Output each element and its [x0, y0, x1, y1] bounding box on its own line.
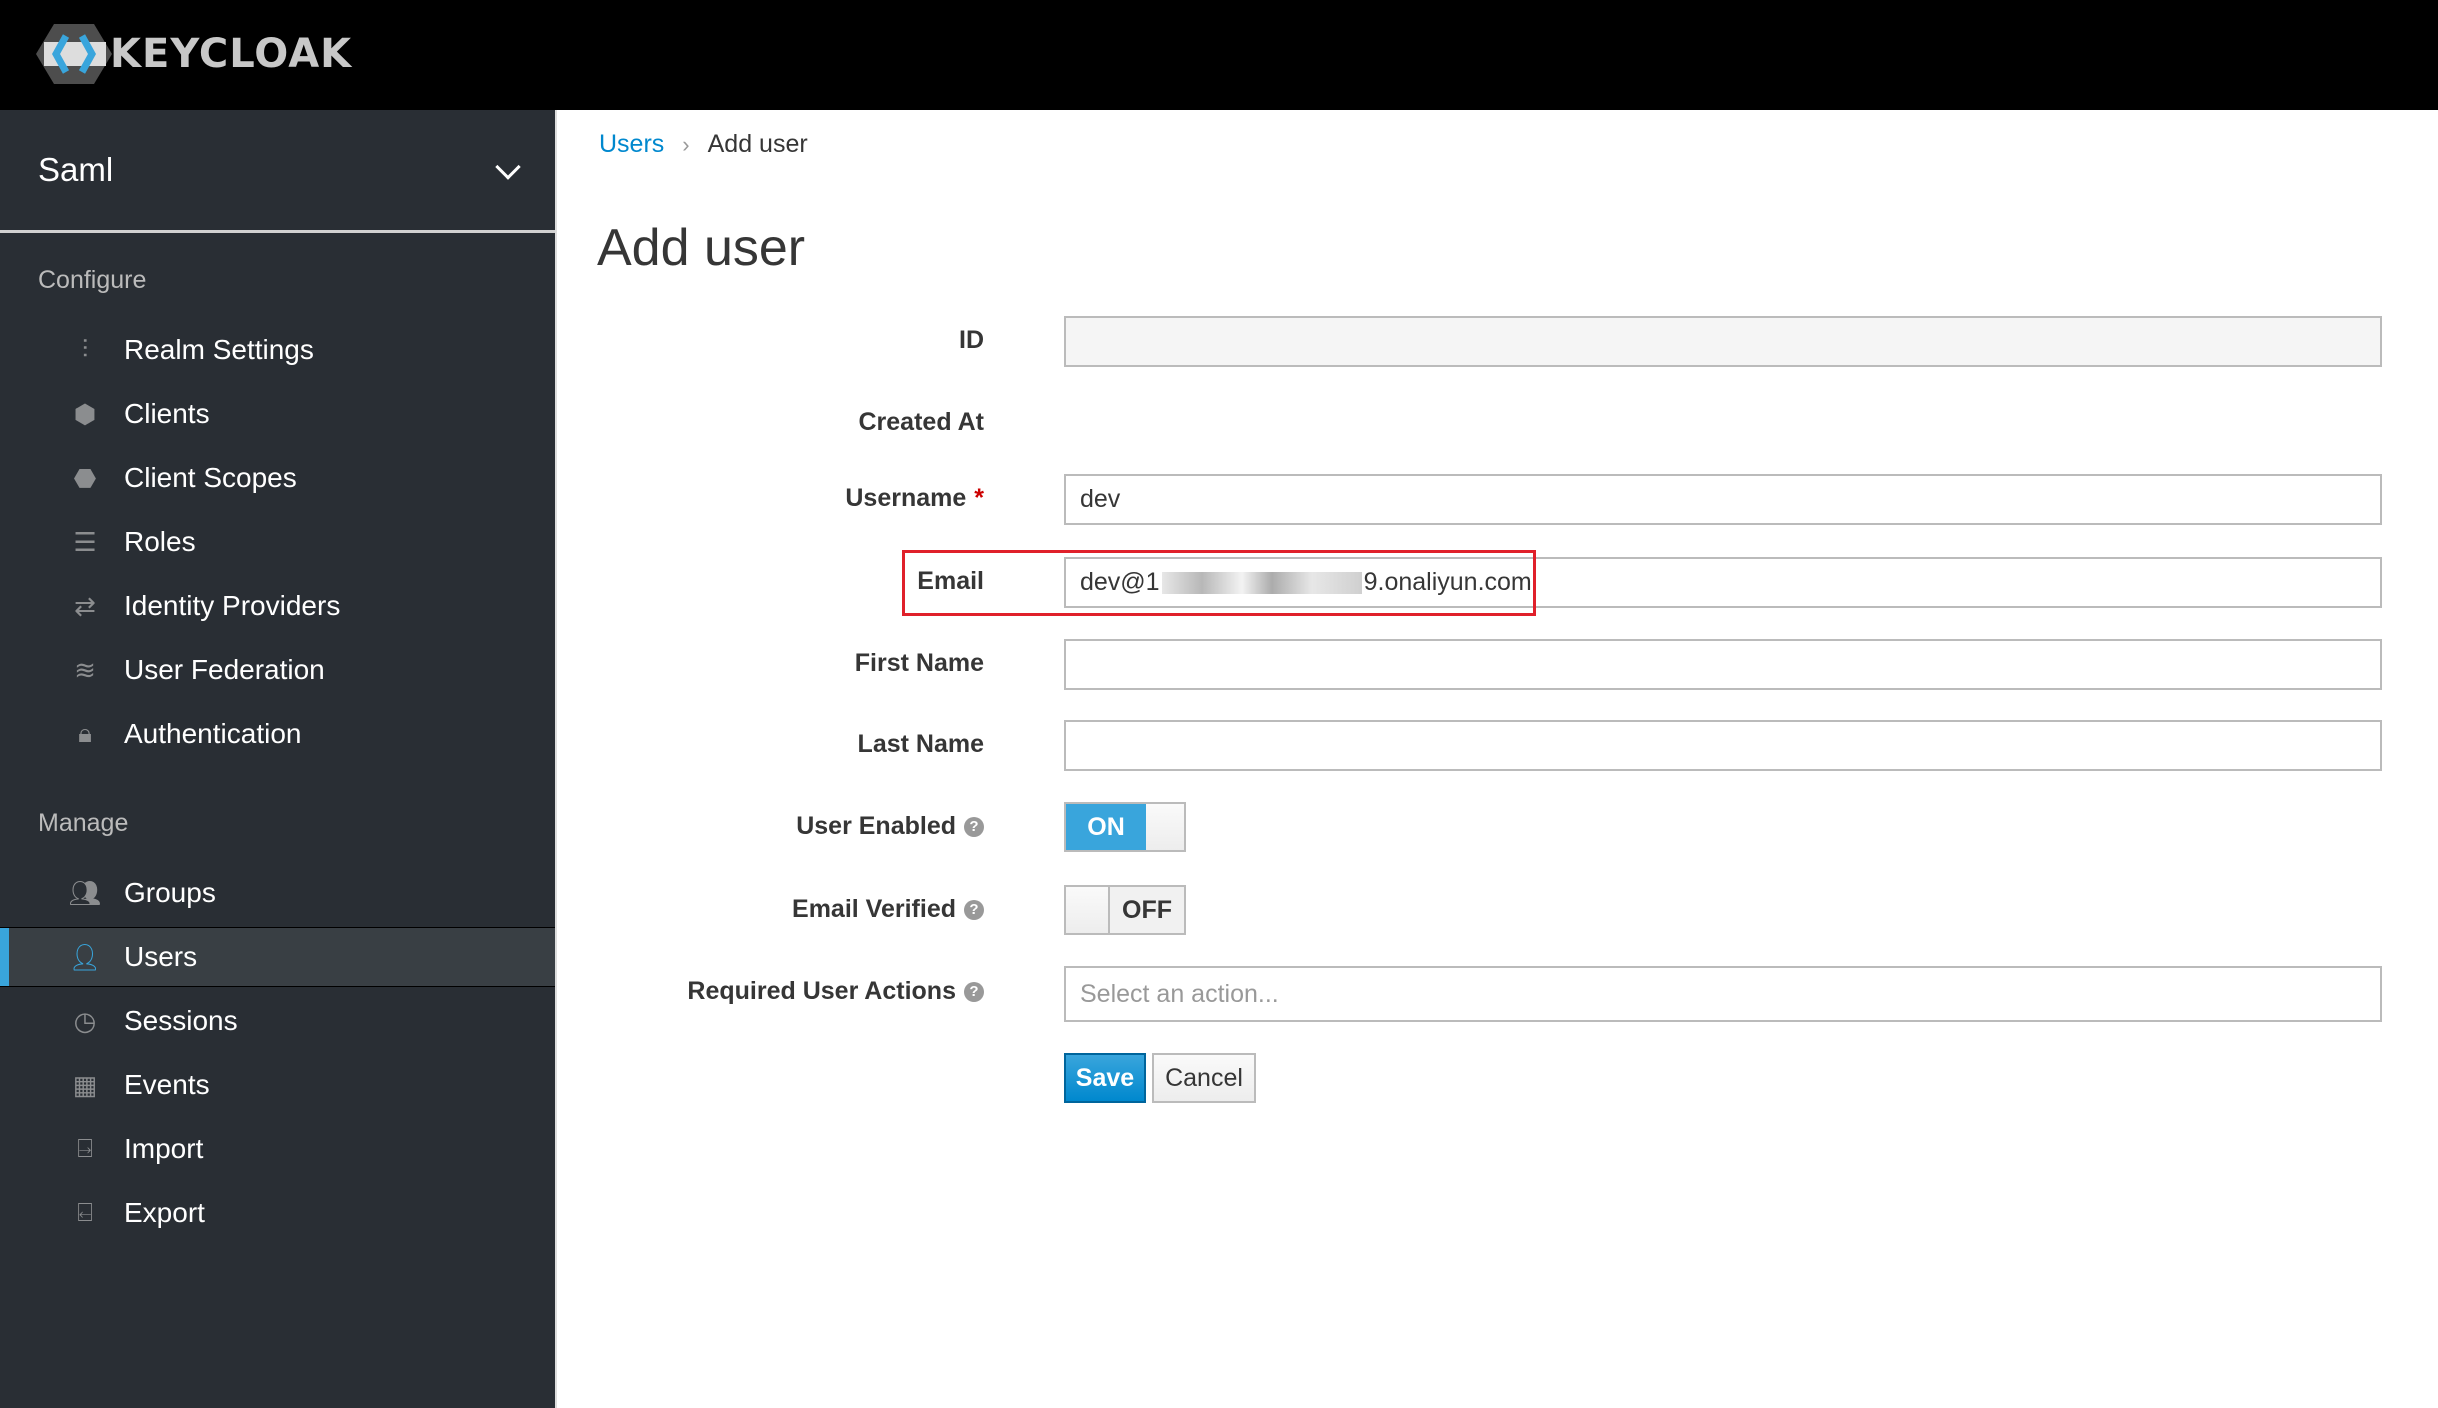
email-verified-label: Email Verified?	[792, 895, 984, 924]
keycloak-logo[interactable]: KEYCLOAK	[36, 22, 352, 86]
sidebar-item-events[interactable]: ▦ Events	[0, 1055, 555, 1115]
last-name-field[interactable]	[1064, 720, 2382, 771]
sidebar-item-authentication[interactable]: 🔒︎ Authentication	[0, 704, 555, 764]
created-at-label-text: Created At	[858, 408, 985, 436]
cubes-icon: ⬣	[73, 462, 97, 493]
required-actions-select[interactable]: Select an action...	[1064, 966, 2382, 1022]
cube-icon: ⬢	[73, 398, 97, 429]
chevron-down-icon	[495, 154, 521, 180]
sidebar-item-identity-providers[interactable]: ⇄ Identity Providers	[0, 576, 555, 636]
exchange-icon: ⇄	[74, 590, 96, 621]
breadcrumb-users-link[interactable]: Users	[599, 130, 664, 159]
manage-heading: Manage	[38, 809, 129, 837]
top-bar: KEYCLOAK	[0, 0, 2438, 110]
keycloak-logo-icon	[36, 22, 112, 86]
sidebar-item-label: Users	[124, 941, 198, 972]
required-actions-label: Required User Actions?	[687, 977, 984, 1006]
sidebar-item-label: Export	[124, 1197, 205, 1228]
first-name-label: First Name	[855, 649, 984, 678]
help-icon[interactable]: ?	[964, 899, 984, 920]
created-at-label: Created At	[859, 408, 985, 437]
help-icon[interactable]: ?	[964, 816, 984, 837]
sidebar-item-user-federation[interactable]: ≋ User Federation	[0, 640, 555, 700]
sidebar-item-clients[interactable]: ⬢ Clients	[0, 384, 555, 444]
cancel-button[interactable]: Cancel	[1152, 1053, 1256, 1103]
sidebar-item-realm-settings[interactable]: ⫶ Realm Settings	[0, 320, 555, 380]
last-name-label: Last Name	[858, 730, 984, 759]
sidebar-item-label: Clients	[124, 398, 210, 429]
id-label: ID	[959, 326, 984, 355]
email-verified-label-text: Email Verified	[792, 895, 956, 923]
id-field[interactable]	[1064, 316, 2382, 367]
required-actions-label-text: Required User Actions	[687, 977, 956, 1005]
database-icon: ≋	[74, 654, 96, 685]
clock-icon: ◷	[73, 1005, 97, 1036]
lock-icon: 🔒︎	[78, 718, 92, 748]
user-enabled-label: User Enabled?	[796, 812, 984, 841]
toggle-knob	[1066, 887, 1110, 933]
sidebar-item-label: Authentication	[124, 718, 302, 749]
user-enabled-toggle[interactable]: ON	[1064, 802, 1186, 852]
help-icon[interactable]: ?	[964, 981, 984, 1002]
user-enabled-label-text: User Enabled	[796, 812, 956, 840]
import-icon: ⍈	[77, 1133, 93, 1163]
highlight-box	[902, 550, 1536, 616]
sidebar-item-export[interactable]: ⍇ Export	[0, 1183, 555, 1243]
id-label-text: ID	[959, 326, 984, 354]
sidebar-item-label: Client Scopes	[124, 462, 297, 493]
first-name-label-text: First Name	[854, 649, 984, 677]
sidebar-item-label: Groups	[124, 877, 216, 908]
last-name-label-text: Last Name	[857, 730, 984, 758]
sidebar-item-label: Roles	[124, 526, 196, 557]
sidebar: Saml Configure ⫶ Realm Settings ⬢ Clients …	[0, 110, 557, 1408]
sidebar-item-users[interactable]: 👤︎ Users	[0, 927, 555, 987]
sidebar-item-groups[interactable]: 👥︎ Groups	[0, 863, 555, 923]
sidebar-item-roles[interactable]: ☰ Roles	[0, 512, 555, 572]
save-button[interactable]: Save	[1064, 1053, 1146, 1103]
sidebar-item-import[interactable]: ⍈ Import	[0, 1119, 555, 1179]
logo-text: KEYCLOAK	[110, 31, 353, 77]
sidebar-item-label: User Federation	[124, 654, 325, 685]
calendar-icon: ▦	[72, 1069, 98, 1100]
sidebar-item-client-scopes[interactable]: ⬣ Client Scopes	[0, 448, 555, 508]
sidebar-item-label: Events	[124, 1069, 210, 1100]
sidebar-item-label: Realm Settings	[124, 334, 314, 365]
required-actions-placeholder: Select an action...	[1080, 979, 1279, 1008]
user-icon: 👤︎	[68, 941, 102, 972]
realm-name: Saml	[38, 151, 114, 188]
users-icon: 👥︎	[68, 877, 102, 908]
username-label-text: Username	[845, 484, 967, 512]
breadcrumb: Users › Add user	[599, 130, 808, 159]
first-name-field[interactable]	[1064, 639, 2382, 690]
realm-selector[interactable]: Saml	[0, 110, 555, 233]
sidebar-item-label: Import	[124, 1133, 204, 1164]
username-label: Username *	[845, 484, 984, 513]
toggle-on-label: ON	[1066, 804, 1146, 850]
breadcrumb-current: Add user	[707, 130, 808, 158]
toggle-knob	[1146, 804, 1184, 850]
username-field[interactable]: dev	[1064, 474, 2382, 525]
export-icon: ⍇	[77, 1197, 93, 1227]
breadcrumb-separator-icon: ›	[682, 131, 690, 157]
sidebar-item-label: Sessions	[124, 1005, 238, 1036]
sidebar-item-label: Identity Providers	[124, 590, 341, 621]
page-title: Add user	[597, 219, 806, 277]
toggle-off-label: OFF	[1110, 887, 1184, 933]
required-mark: *	[974, 484, 984, 512]
configure-heading: Configure	[38, 266, 147, 294]
email-verified-toggle[interactable]: OFF	[1064, 885, 1186, 935]
list-icon: ☰	[73, 526, 97, 557]
sidebar-item-sessions[interactable]: ◷ Sessions	[0, 991, 555, 1051]
sliders-icon: ⫶	[81, 334, 89, 364]
